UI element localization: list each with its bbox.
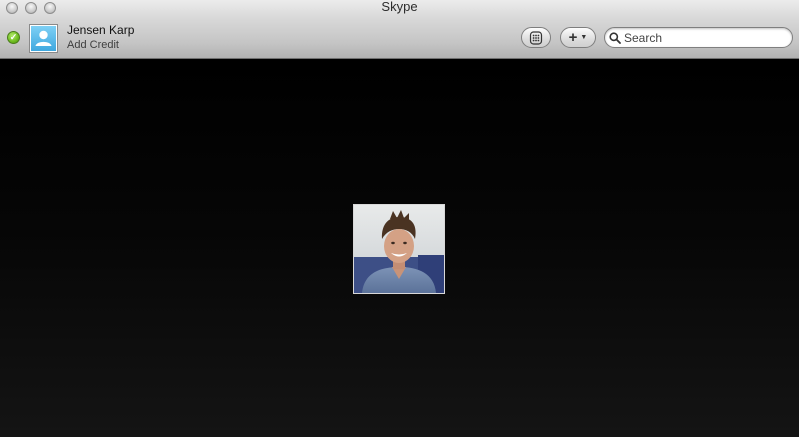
avatar[interactable] bbox=[30, 25, 57, 52]
toolbar: Skype ✓ Jensen Karp Add Credit + ▼ bbox=[0, 0, 799, 59]
search-input[interactable] bbox=[624, 30, 784, 45]
skype-window: Skype ✓ Jensen Karp Add Credit + ▼ bbox=[0, 0, 799, 437]
search-field[interactable] bbox=[604, 27, 793, 48]
account-name: Jensen Karp bbox=[67, 23, 135, 37]
add-credit-link[interactable]: Add Credit bbox=[67, 39, 119, 52]
add-button[interactable]: + ▼ bbox=[560, 27, 596, 48]
window-title: Skype bbox=[381, 0, 418, 14]
dialpad-button[interactable] bbox=[521, 27, 551, 48]
user-silhouette-icon bbox=[35, 30, 52, 46]
contact-photo bbox=[353, 204, 445, 294]
chevron-down-icon: ▼ bbox=[580, 34, 588, 41]
dialpad-icon bbox=[529, 30, 543, 45]
search-icon bbox=[609, 31, 621, 44]
call-area bbox=[0, 60, 799, 437]
plus-icon: + bbox=[568, 29, 578, 46]
contact-portrait-image bbox=[354, 205, 444, 293]
online-status-icon[interactable]: ✓ bbox=[7, 31, 20, 44]
